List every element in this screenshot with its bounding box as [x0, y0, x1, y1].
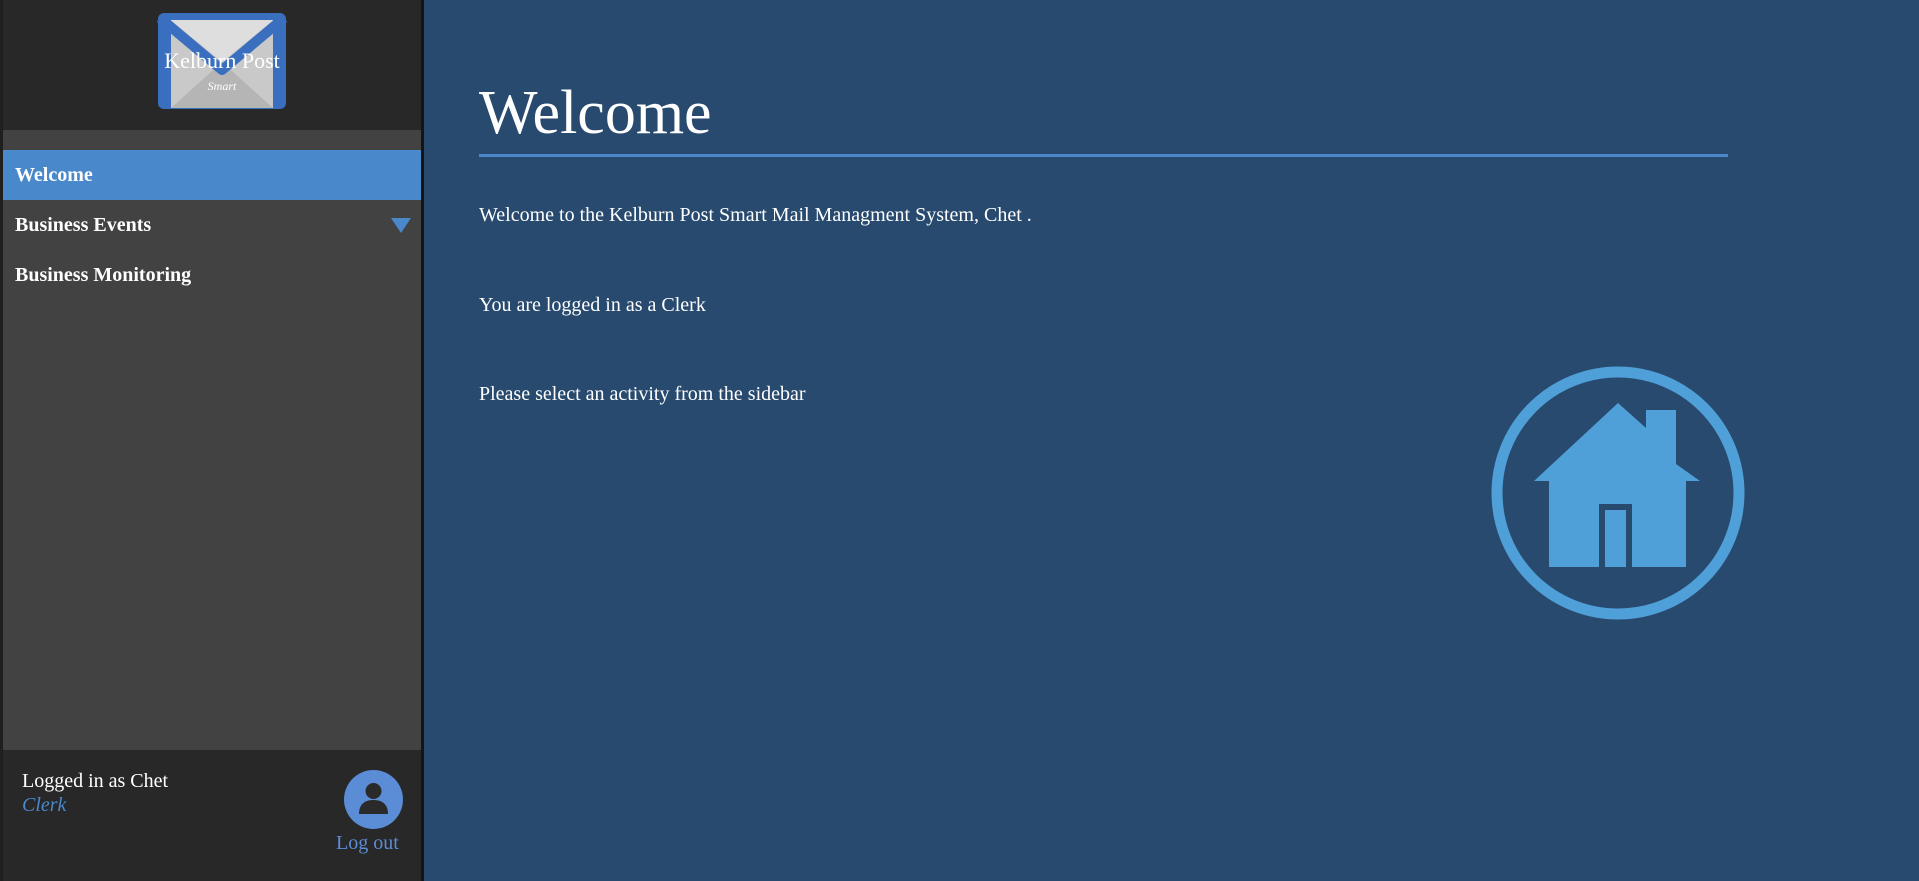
logout-link[interactable]: Log out — [336, 832, 399, 855]
sidebar-item-business-events[interactable]: Business Events — [3, 200, 421, 250]
sidebar-header: Kelburn Post Smart — [3, 0, 421, 130]
logged-in-text: Logged in as Chet — [22, 770, 169, 792]
sidebar: Kelburn Post Smart Welcome Business Even… — [0, 0, 424, 881]
sidebar-nav: Welcome Business Events Business Monitor… — [3, 150, 421, 300]
caret-down-icon[interactable] — [391, 218, 411, 233]
sidebar-item-label: Business Events — [15, 214, 152, 236]
logo-subtitle: Smart — [207, 79, 237, 93]
role-message: You are logged in as a Clerk — [479, 294, 706, 316]
instruction-message: Please select an activity from the sideb… — [479, 383, 806, 405]
logo: Kelburn Post Smart — [156, 12, 288, 110]
page-title: Welcome — [479, 79, 712, 147]
welcome-message: Welcome to the Kelburn Post Smart Mail M… — [479, 204, 1032, 226]
sidebar-item-label: Business Monitoring — [15, 264, 192, 286]
main-content: Welcome Welcome to the Kelburn Post Smar… — [424, 0, 1919, 881]
logo-title: Kelburn Post — [164, 48, 280, 73]
sidebar-item-business-monitoring[interactable]: Business Monitoring — [3, 250, 421, 300]
home-icon — [1489, 365, 1747, 621]
sidebar-item-welcome[interactable]: Welcome — [3, 150, 421, 200]
avatar[interactable] — [344, 770, 403, 829]
user-role: Clerk — [22, 794, 67, 816]
user-icon — [359, 783, 388, 814]
sidebar-item-label: Welcome — [15, 164, 93, 186]
title-divider — [479, 154, 1728, 157]
sidebar-footer: Logged in as Chet Clerk Log out — [3, 750, 421, 881]
